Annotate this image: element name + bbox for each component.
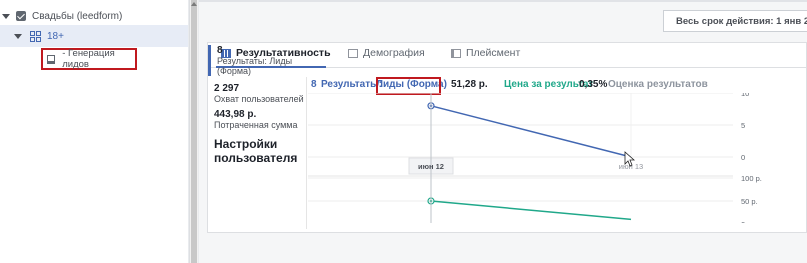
campaign-label[interactable]: Свадьбы (leedform) — [32, 11, 122, 22]
chevron-down-icon[interactable] — [14, 33, 22, 39]
header-results-value: 8 — [311, 79, 317, 90]
header-score-value: 0,35% — [579, 79, 608, 90]
chevron-down-icon[interactable] — [2, 13, 10, 19]
adset-label[interactable]: 18+ — [47, 31, 64, 42]
tab-demographics-label: Демография — [363, 47, 425, 59]
metric-reach-desc: Охват пользователей — [214, 94, 304, 104]
ad-icon — [47, 54, 56, 64]
y-tick-label: 10 — [741, 93, 749, 98]
series-line — [430, 105, 632, 158]
header-cost-value: 51,28 р. — [451, 79, 488, 90]
scroll-up-icon[interactable] — [191, 2, 197, 6]
metric-results-desc: Результаты: Лиды (Форма) — [217, 56, 293, 76]
metric-spent-desc: Потраченная сумма — [214, 120, 298, 130]
header-results-label[interactable]: Результаты: — [321, 79, 382, 90]
tree-row-campaign[interactable]: Свадьбы (leedform) — [0, 5, 188, 27]
header-score-label[interactable]: Оценка результатов — [608, 79, 708, 90]
y-tick-label: 100 р. — [741, 174, 762, 183]
metric-spent-value: 443,98 р. — [214, 109, 257, 120]
placement-icon — [451, 48, 461, 58]
insights-panel: Весь срок действия: 1 янв 201 Результати… — [199, 0, 807, 263]
tree-row-ad[interactable]: - Генерация лидов — [41, 48, 137, 70]
y-tick-label: 5 — [741, 121, 745, 130]
user-settings-heading[interactable]: Настройки пользователя — [214, 137, 304, 165]
performance-chart: 1050100 р.50 р.0 р.июн 12июн 13 — [308, 93, 762, 223]
y-tick-label: 50 р. — [741, 197, 758, 206]
series-line — [430, 200, 632, 221]
tab-demographics[interactable]: Демография — [348, 47, 425, 59]
y-tick-label: 0 — [741, 153, 745, 162]
metric-reach-value: 2 297 — [214, 83, 240, 94]
date-range-button[interactable]: Весь срок действия: 1 янв 201 — [663, 10, 807, 32]
ad-label[interactable]: - Генерация лидов — [62, 48, 135, 70]
scrollbar-thumb[interactable] — [191, 0, 197, 263]
column-divider — [306, 77, 307, 229]
tab-placement[interactable]: Плейсмент — [451, 47, 520, 59]
y-tick-label: 0 р. — [741, 220, 754, 223]
campaign-tree: Свадьбы (leedform) 18+ - Генерация лидов — [0, 0, 188, 263]
tree-row-adset[interactable]: 18+ — [0, 25, 188, 47]
metric-spent[interactable]: 443,98 р. Потраченная сумма — [214, 109, 304, 130]
metric-results-value: 8 — [217, 45, 223, 56]
tree-scrollbar[interactable] — [189, 0, 198, 263]
insights-card: Результативность Демография Плейсмент 8 … — [207, 42, 807, 233]
metric-reach[interactable]: 2 297 Охват пользователей — [214, 83, 304, 104]
x-tick-label: июн 12 — [418, 162, 444, 171]
checkbox-icon[interactable] — [16, 11, 26, 21]
adset-grid-icon — [30, 30, 41, 42]
people-icon — [348, 48, 358, 58]
tab-placement-label: Плейсмент — [466, 47, 521, 59]
metric-results[interactable]: 8 Результаты: Лиды (Форма) — [208, 45, 298, 76]
